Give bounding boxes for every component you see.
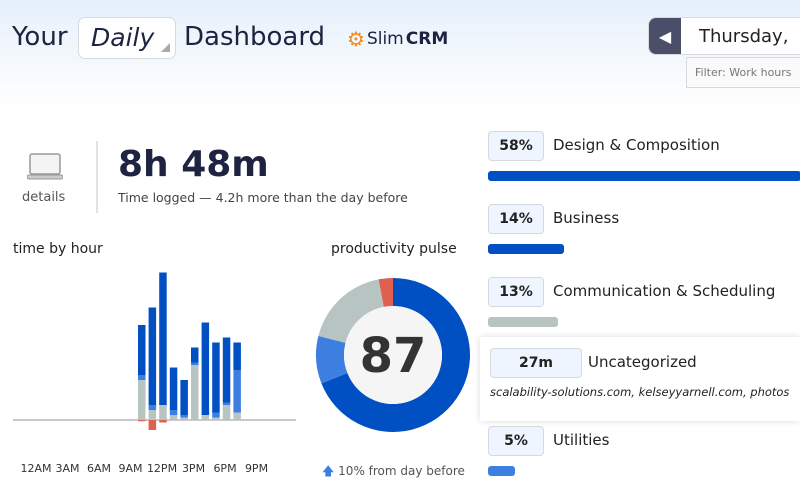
gear-icon: ⚙ — [347, 27, 365, 51]
bar-segment-1PM — [169, 367, 178, 410]
bar-segment-10AM — [138, 420, 146, 422]
time-subtitle: Time logged — 4.2h more than the day bef… — [118, 190, 408, 205]
bar-segment-3PM — [191, 365, 199, 420]
bar-segment-1PM — [169, 410, 178, 415]
logo: ⚙ Slim CRM — [347, 27, 449, 51]
bar-segment-4PM — [201, 415, 210, 420]
pulse-donut: 87 — [316, 278, 470, 432]
category-badge: 27m — [490, 348, 582, 378]
laptop-icon[interactable] — [26, 152, 64, 186]
hour-chart — [13, 272, 296, 430]
period-select[interactable]: Daily — [78, 17, 176, 59]
bar-segment-10AM — [138, 325, 146, 375]
bar-segment-5PM — [212, 412, 220, 418]
date-label[interactable]: Thursday, — [699, 26, 788, 47]
bar-segment-10AM — [138, 375, 146, 380]
category-name[interactable]: Uncategorized — [588, 353, 797, 371]
category-badge: 5% — [488, 426, 544, 456]
prev-day-button[interactable]: ◀ — [649, 18, 681, 54]
details-link[interactable]: details — [22, 190, 65, 205]
bar-segment-2PM — [180, 380, 188, 415]
bar-segment-3PM — [191, 347, 199, 363]
bar-segment-10AM — [138, 380, 146, 420]
bar-segment-7PM — [233, 342, 241, 370]
bar-segment-11AM — [148, 420, 157, 430]
bar-segment-6PM — [222, 405, 231, 420]
category-sites: scalability-solutions.com, kelseyyarnell… — [490, 385, 790, 399]
category-name[interactable]: Communication & Scheduling — [553, 282, 797, 300]
dropdown-triangle-icon — [161, 43, 170, 52]
bar-segment-1PM — [169, 415, 178, 420]
bar-segment-2PM — [180, 415, 188, 418]
category-badge: 14% — [488, 204, 544, 234]
category-bar — [488, 244, 564, 254]
bar-segment-2PM — [180, 417, 188, 420]
bar-segment-11AM — [148, 307, 157, 405]
title-prefix: Your — [12, 22, 68, 52]
pulse-score: 87 — [360, 328, 427, 384]
bar-segment-4PM — [201, 322, 210, 415]
bar-segment-11AM — [148, 410, 157, 420]
bar-segment-12PM — [159, 405, 167, 420]
bar-segment-5PM — [212, 342, 220, 413]
category-name[interactable]: Design & Composition — [553, 136, 797, 154]
category-badge: 58% — [488, 131, 544, 161]
bar-segment-6PM — [222, 337, 231, 403]
tick-label: 9PM — [244, 462, 269, 475]
bar-segment-11AM — [148, 405, 157, 410]
bar-segment-12PM — [159, 420, 167, 423]
bar-segment-3PM — [191, 362, 199, 365]
bar-segment-7PM — [233, 412, 241, 420]
bar-segment-5PM — [212, 417, 220, 420]
category-bar — [488, 466, 515, 476]
pulse-title: productivity pulse — [331, 241, 457, 257]
filter-select[interactable]: Filter: Work hours — [686, 57, 800, 88]
category-badge: 13% — [488, 277, 544, 307]
pulse-footer: 🡅 10% from day before — [322, 464, 465, 478]
bar-segment-12PM — [159, 272, 167, 405]
bar-segment-7PM — [233, 370, 241, 413]
hour-chart-title: time by hour — [13, 241, 103, 257]
date-nav: ◀ Thursday, — [648, 17, 800, 55]
total-time: 8h 48m — [118, 144, 269, 185]
category-name[interactable]: Business — [553, 209, 797, 227]
title-suffix: Dashboard — [184, 22, 326, 52]
category-name[interactable]: Utilities — [553, 431, 797, 449]
divider — [96, 141, 98, 213]
period-value: Daily — [91, 23, 155, 52]
arrow-up-icon: 🡅 — [322, 464, 335, 478]
category-bar — [488, 171, 800, 181]
category-bar — [488, 317, 559, 327]
caret-left-icon: ◀ — [658, 26, 672, 46]
bar-segment-6PM — [222, 402, 231, 405]
